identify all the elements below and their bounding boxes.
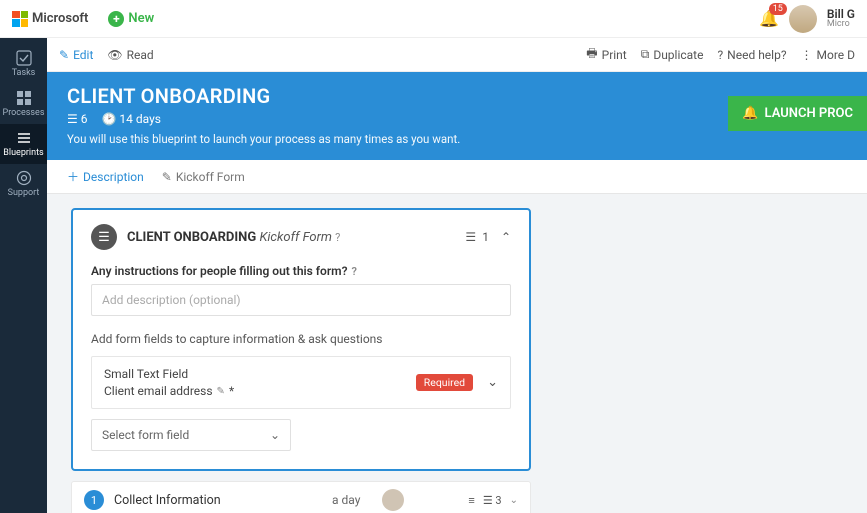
- duration: 🕑 14 days: [101, 112, 160, 126]
- notification-badge: 15: [769, 3, 787, 15]
- help-icon[interactable]: ?: [352, 265, 357, 278]
- more-button[interactable]: ⋮ More D: [801, 44, 856, 65]
- page-description: You will use this blueprint to launch yo…: [67, 132, 847, 146]
- copy-icon: ⧉: [641, 47, 650, 62]
- print-icon: 🖶: [586, 44, 597, 65]
- help-icon[interactable]: ?: [335, 231, 340, 244]
- launch-button[interactable]: 🔔 LAUNCH PROC: [728, 96, 867, 131]
- step-name: Collect Information: [114, 493, 221, 508]
- add-description-button[interactable]: ＋ Description: [67, 168, 144, 185]
- sidebar-item-processes[interactable]: Processes: [0, 84, 47, 124]
- lifebuoy-icon: [16, 170, 32, 186]
- top-bar: Microsoft + New 🔔 15 Bill G Micro: [0, 0, 867, 38]
- bell-icon: 🔔: [742, 106, 758, 121]
- steps-count: ☰ 6: [67, 112, 87, 126]
- duplicate-label: Duplicate: [653, 48, 703, 62]
- edit-button[interactable]: ✎ Edit: [59, 44, 93, 65]
- form-fields-header: Add form fields to capture information &…: [91, 332, 511, 346]
- microsoft-icon: [12, 11, 28, 27]
- read-button[interactable]: 👁 Read: [107, 44, 153, 65]
- brand-logo: Microsoft: [12, 11, 88, 27]
- step-actions: ≡ ☰ 3 ⌄: [468, 494, 518, 507]
- user-block[interactable]: Bill G Micro: [827, 8, 855, 29]
- required-asterisk: *: [229, 384, 234, 398]
- main: ✎ Edit 👁 Read 🖶 Print ⧉ Duplicate ?: [47, 38, 867, 513]
- form-icon: ☰: [91, 224, 117, 250]
- instructions-input[interactable]: Add description (optional): [91, 284, 511, 316]
- sidebar: Tasks Processes Blueprints Support: [0, 38, 47, 513]
- select-form-field[interactable]: Select form field ⌄: [91, 419, 291, 451]
- sidebar-label: Processes: [3, 108, 45, 118]
- collapse-icon[interactable]: ⌃: [501, 230, 511, 244]
- sidebar-label: Support: [8, 188, 40, 198]
- new-label: New: [128, 11, 154, 26]
- user-org: Micro: [827, 20, 855, 29]
- align-icon[interactable]: ≡: [468, 494, 474, 507]
- question-icon: ?: [717, 48, 723, 62]
- required-badge: Required: [416, 374, 473, 391]
- launch-label: LAUNCH PROC: [765, 106, 853, 121]
- add-description-label: Description: [83, 170, 144, 184]
- list-count: ☰ 3: [483, 494, 502, 507]
- pencil-icon: ✎: [162, 170, 172, 184]
- assignee-avatar[interactable]: [382, 489, 404, 511]
- duplicate-button[interactable]: ⧉ Duplicate: [641, 44, 704, 65]
- help-label: Need help?: [727, 48, 786, 62]
- eye-icon: 👁: [107, 48, 122, 62]
- pencil-icon[interactable]: ✎: [217, 386, 225, 397]
- grid-icon: [16, 90, 32, 106]
- kickoff-card: ☰ CLIENT ONBOARDING Kickoff Form ? ☰ 1 ⌃…: [71, 208, 531, 471]
- kebab-icon: ⋮: [801, 48, 813, 62]
- notifications-button[interactable]: 🔔 15: [759, 9, 779, 28]
- field-label: Client email address ✎ *: [104, 384, 234, 398]
- print-label: Print: [602, 48, 627, 62]
- step-number: 1: [84, 490, 104, 510]
- check-square-icon: [16, 50, 32, 66]
- help-button[interactable]: ? Need help?: [717, 44, 786, 65]
- more-label: More D: [817, 48, 856, 62]
- list-icon: ☰: [67, 112, 81, 126]
- sub-toolbar: ＋ Description ✎ Kickoff Form: [47, 160, 867, 194]
- kickoff-title: CLIENT ONBOARDING Kickoff Form ?: [127, 230, 340, 245]
- edit-label: Edit: [73, 48, 93, 62]
- kickoff-label: Kickoff Form: [176, 170, 245, 184]
- field-type: Small Text Field: [104, 367, 234, 381]
- brand-label: Microsoft: [32, 11, 88, 26]
- new-button[interactable]: + New: [108, 11, 154, 27]
- sidebar-item-blueprints[interactable]: Blueprints: [0, 124, 47, 164]
- print-button[interactable]: 🖶 Print: [586, 44, 626, 65]
- read-label: Read: [127, 48, 154, 62]
- field-count: 1: [482, 230, 489, 244]
- page-toolbar: ✎ Edit 👁 Read 🖶 Print ⧉ Duplicate ?: [47, 38, 867, 72]
- plus-icon: ＋: [67, 168, 79, 185]
- select-label: Select form field: [102, 428, 189, 442]
- list-icon: [16, 130, 32, 146]
- plus-icon: +: [108, 11, 124, 27]
- clock-icon: 🕑: [101, 112, 119, 126]
- form-field-row[interactable]: Small Text Field Client email address ✎ …: [91, 356, 511, 409]
- sidebar-item-tasks[interactable]: Tasks: [0, 44, 47, 84]
- chevron-down-icon[interactable]: ⌄: [487, 375, 498, 390]
- user-avatar[interactable]: [789, 5, 817, 33]
- chevron-down-icon[interactable]: ⌄: [510, 495, 518, 506]
- sidebar-label: Blueprints: [3, 148, 43, 158]
- sidebar-item-support[interactable]: Support: [0, 164, 47, 204]
- step-row[interactable]: 1 Collect Information a day ≡ ☰ 3 ⌄: [71, 481, 531, 513]
- kickoff-form-button[interactable]: ✎ Kickoff Form: [162, 168, 245, 185]
- step-due: a day: [332, 493, 360, 507]
- sidebar-label: Tasks: [12, 68, 36, 78]
- instructions-label: Any instructions for people filling out …: [91, 264, 511, 278]
- list-icon: ☰: [465, 230, 476, 244]
- pencil-icon: ✎: [59, 48, 69, 62]
- chevron-down-icon: ⌄: [270, 428, 280, 442]
- hero: ✎ Edit 👁 Read 🖶 Print ⧉ Duplicate ?: [47, 38, 867, 160]
